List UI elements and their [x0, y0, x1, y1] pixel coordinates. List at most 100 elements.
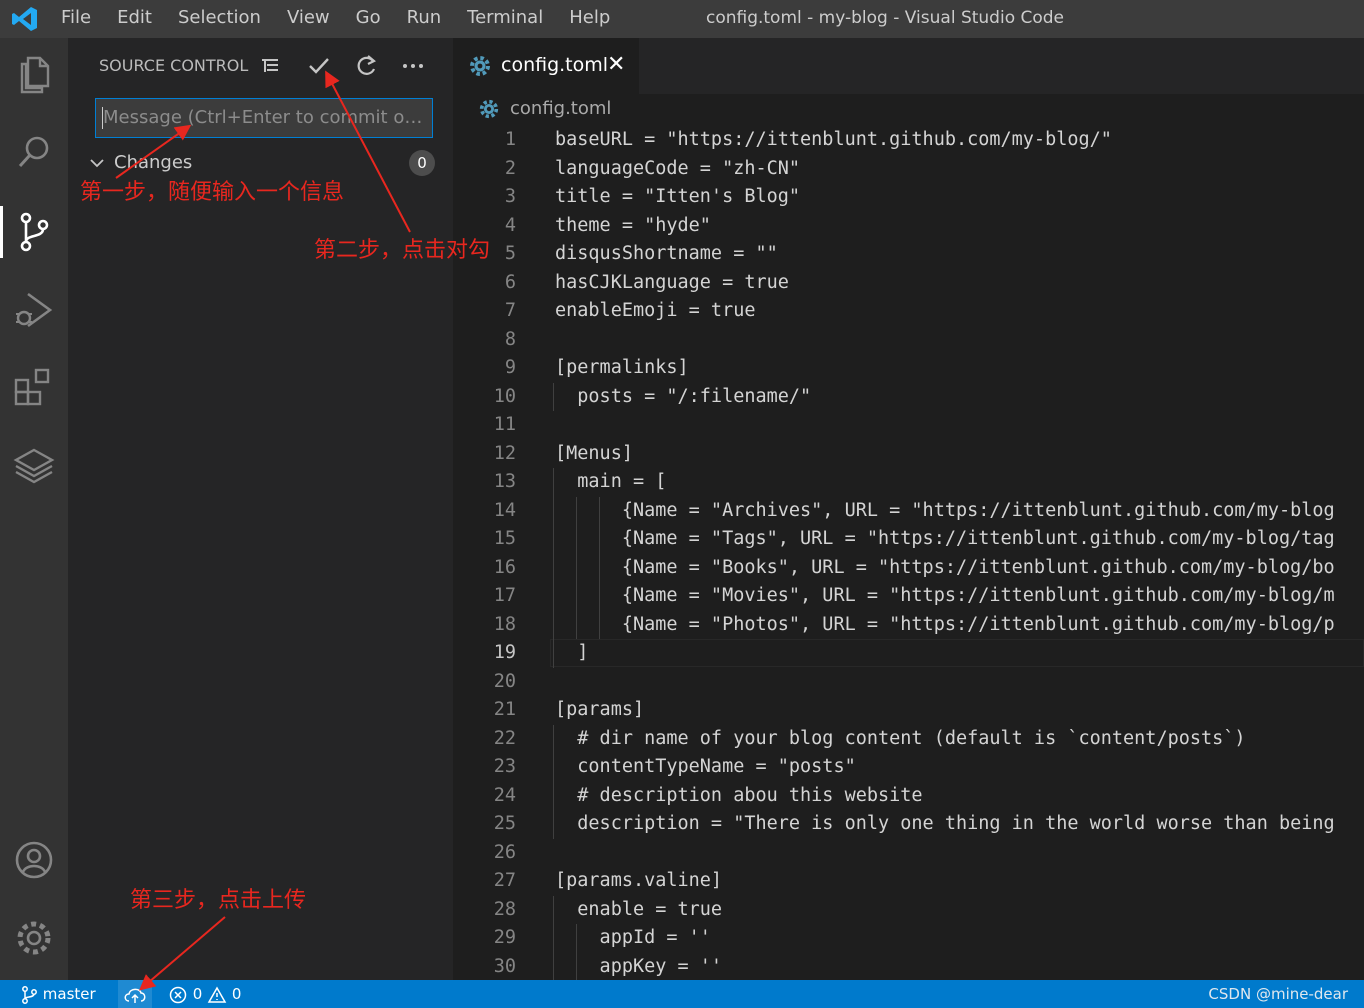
code-line[interactable]: 4 theme = "hyde" [453, 212, 1364, 241]
settings-gear-icon[interactable] [10, 914, 58, 962]
layers-icon[interactable] [10, 442, 58, 490]
code-line[interactable]: 9 [permalinks] [453, 354, 1364, 383]
view-as-tree-icon[interactable] [256, 52, 284, 80]
code-text: contentTypeName = "posts" [555, 756, 856, 777]
code-line[interactable]: 19 ] [453, 639, 1364, 668]
code-line[interactable]: 17 {Name = "Movies", URL = "https://itte… [453, 582, 1364, 611]
line-number: 12 [493, 442, 516, 464]
code-line[interactable]: 15 {Name = "Tags", URL = "https://ittenb… [453, 525, 1364, 554]
line-number: 7 [504, 300, 516, 321]
code-text: appKey = '' [555, 955, 723, 977]
line-number: 22 [493, 727, 516, 749]
menu-bar: File Edit Selection View Go Run Terminal Help [48, 0, 623, 38]
menu-item-run[interactable]: Run [394, 0, 455, 38]
code-line[interactable]: 30 appKey = '' [453, 953, 1364, 981]
refresh-icon[interactable] [352, 52, 380, 80]
changes-section-header[interactable]: Changes 0 [88, 150, 438, 176]
code-text: enableEmoji = true [555, 300, 756, 321]
code-line[interactable]: 10 posts = "/:filename/" [453, 383, 1364, 412]
code-line[interactable]: 26 [453, 839, 1364, 868]
code-text: [Menus] [555, 442, 633, 464]
branch-status[interactable]: master [20, 980, 96, 1008]
code-line[interactable]: 2 languageCode = "zh-CN" [453, 155, 1364, 184]
code-text: [params] [555, 699, 645, 720]
code-line[interactable]: 3 title = "Itten's Blog" [453, 183, 1364, 212]
window-title: config.toml - my-blog - Visual Studio Co… [705, 8, 1065, 28]
code-text: title = "Itten's Blog" [555, 186, 801, 207]
annotation-step1: 第一步，随便输入一个信息 [80, 180, 345, 205]
menu-item-view[interactable]: View [274, 0, 343, 38]
changes-label: Changes [114, 152, 193, 173]
line-number: 17 [493, 585, 516, 606]
code-line[interactable]: 13 main = [ [453, 468, 1364, 497]
line-number: 14 [493, 499, 516, 521]
extensions-icon[interactable] [10, 364, 58, 412]
commit-message-input[interactable]: Message (Ctrl+Enter to commit on 'master… [95, 98, 433, 138]
code-line[interactable]: 8 [453, 326, 1364, 355]
chevron-down-icon [90, 159, 104, 168]
source-control-icon[interactable] [10, 208, 58, 256]
code-line[interactable]: 5 disqusShortname = "" [453, 240, 1364, 269]
code-text: {Name = "Photos", URL = "https://ittenbl… [555, 613, 1335, 635]
line-number: 27 [493, 870, 516, 891]
warning-count: 0 [231, 985, 242, 1003]
line-number: 30 [493, 955, 516, 977]
code-line[interactable]: 16 {Name = "Books", URL = "https://itten… [453, 554, 1364, 583]
line-number: 2 [504, 157, 516, 179]
tab-config-toml[interactable]: config.toml ✕ [453, 38, 639, 94]
code-line[interactable]: 25 description = "There is only one thin… [453, 810, 1364, 839]
breadcrumb-item[interactable]: config.toml [510, 98, 611, 119]
publish-changes-button[interactable] [118, 980, 152, 1008]
code-line[interactable]: 24 # description abou this website [453, 782, 1364, 811]
code-line[interactable]: 12 [Menus] [453, 440, 1364, 469]
line-number: 18 [493, 613, 516, 635]
code-line[interactable]: 28 enable = true [453, 896, 1364, 925]
menu-item-edit[interactable]: Edit [104, 0, 165, 38]
close-icon[interactable]: ✕ [607, 52, 625, 77]
commit-check-icon[interactable] [305, 52, 333, 80]
code-line[interactable]: 20 [453, 668, 1364, 697]
code-line[interactable]: 14 {Name = "Archives", URL = "https://it… [453, 497, 1364, 526]
line-number: 11 [493, 414, 516, 435]
code-line[interactable]: 18 {Name = "Photos", URL = "https://itte… [453, 611, 1364, 640]
line-number: 3 [504, 186, 516, 207]
line-number: 28 [493, 898, 516, 920]
code-line[interactable]: 7 enableEmoji = true [453, 297, 1364, 326]
settings-file-gear-icon [479, 99, 499, 119]
error-count: 0 [192, 985, 203, 1003]
code-line[interactable]: 23 contentTypeName = "posts" [453, 753, 1364, 782]
more-actions-icon[interactable] [399, 52, 427, 80]
menu-item-go[interactable]: Go [343, 0, 394, 38]
code-line[interactable]: 27 [params.valine] [453, 867, 1364, 896]
problems-status[interactable]: 0 0 [168, 980, 241, 1008]
code-editor[interactable]: 1 baseURL = "https://ittenblunt.github.co… [453, 124, 1364, 980]
run-debug-icon[interactable] [10, 286, 58, 334]
code-text: {Name = "Books", URL = "https://ittenblu… [555, 556, 1335, 578]
editor-tab-strip: config.toml ✕ [453, 38, 1364, 94]
line-number: 10 [493, 385, 516, 407]
code-line[interactable]: 29 appId = '' [453, 924, 1364, 953]
code-text: {Name = "Archives", URL = "https://itten… [555, 499, 1335, 521]
line-number: 25 [493, 813, 516, 834]
code-line[interactable]: 21 [params] [453, 696, 1364, 725]
menu-item-file[interactable]: File [48, 0, 104, 38]
explorer-icon[interactable] [10, 50, 58, 98]
code-text: ] [555, 642, 589, 663]
branch-name: master [42, 985, 96, 1003]
code-line[interactable]: 6 hasCJKLanguage = true [453, 269, 1364, 298]
code-text: description = "There is only one thing i… [555, 813, 1335, 834]
code-text: posts = "/:filename/" [555, 385, 812, 407]
line-number: 13 [493, 471, 516, 492]
commit-message-placeholder: Message (Ctrl+Enter to commit on 'master… [103, 107, 428, 128]
code-line[interactable]: 22 # dir name of your blog content (defa… [453, 725, 1364, 754]
account-icon[interactable] [10, 836, 58, 884]
menu-item-terminal[interactable]: Terminal [454, 0, 556, 38]
code-text: {Name = "Movies", URL = "https://ittenbl… [555, 585, 1335, 606]
line-number: 9 [504, 357, 516, 378]
warning-icon [207, 985, 227, 1003]
menu-item-selection[interactable]: Selection [165, 0, 274, 38]
code-line[interactable]: 11 [453, 411, 1364, 440]
code-line[interactable]: 1 baseURL = "https://ittenblunt.github.co… [453, 126, 1364, 155]
search-icon[interactable] [10, 128, 58, 176]
cloud-upload-icon [124, 988, 146, 1003]
